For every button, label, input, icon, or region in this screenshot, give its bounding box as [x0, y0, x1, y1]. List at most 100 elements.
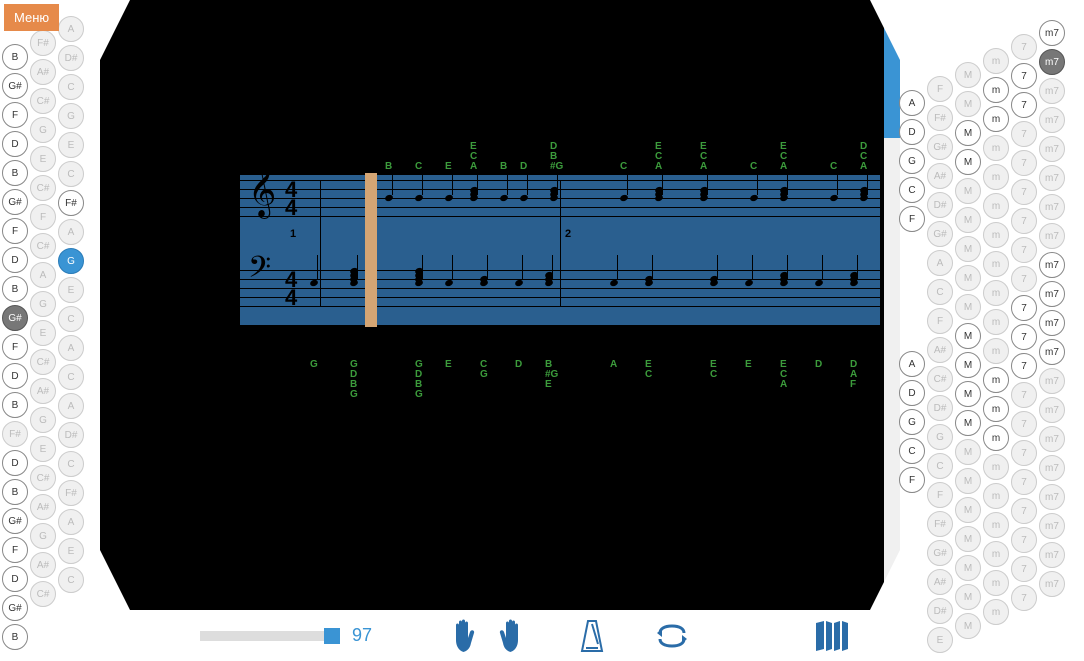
chord-button-m7[interactable]: m7 — [1039, 397, 1065, 423]
note-button-A[interactable]: A — [58, 335, 84, 361]
note-button-C[interactable]: C — [58, 567, 84, 593]
note-button-D#[interactable]: D# — [58, 422, 84, 448]
chord-button-m[interactable]: m — [983, 280, 1009, 306]
chord-button-m7[interactable]: m7 — [1039, 20, 1065, 46]
chord-button-m[interactable]: m — [983, 425, 1009, 451]
loop-button[interactable] — [652, 616, 692, 656]
chord-button-7[interactable]: 7 — [1011, 34, 1037, 60]
chord-button-M[interactable]: M — [955, 91, 981, 117]
chord-button-m[interactable]: m — [983, 251, 1009, 277]
chord-button-7[interactable]: 7 — [1011, 440, 1037, 466]
chord-button-C[interactable]: C — [899, 438, 925, 464]
chord-button-C[interactable]: C — [927, 453, 953, 479]
chord-button-A#[interactable]: A# — [927, 337, 953, 363]
chord-button-M[interactable]: M — [955, 62, 981, 88]
chord-button-7[interactable]: 7 — [1011, 266, 1037, 292]
note-button-E[interactable]: E — [58, 277, 84, 303]
note-button-A[interactable]: A — [58, 16, 84, 42]
chord-button-m7[interactable]: m7 — [1039, 455, 1065, 481]
note-button-E[interactable]: E — [58, 538, 84, 564]
note-button-C#[interactable]: C# — [30, 581, 56, 607]
chord-button-G[interactable]: G — [899, 409, 925, 435]
chord-button-m7[interactable]: m7 — [1039, 165, 1065, 191]
chord-button-M[interactable]: M — [955, 120, 981, 146]
note-button-F[interactable]: F — [2, 218, 28, 244]
left-hand-button[interactable] — [442, 616, 482, 656]
note-button-F#[interactable]: F# — [58, 190, 84, 216]
note-button-G[interactable]: G — [30, 407, 56, 433]
chord-button-F[interactable]: F — [927, 76, 953, 102]
chord-button-m[interactable]: m — [983, 454, 1009, 480]
chord-button-m7[interactable]: m7 — [1039, 78, 1065, 104]
chord-button-C#[interactable]: C# — [927, 366, 953, 392]
chord-button-G#[interactable]: G# — [927, 540, 953, 566]
chord-button-7[interactable]: 7 — [1011, 63, 1037, 89]
note-button-D[interactable]: D — [2, 566, 28, 592]
chord-button-D#[interactable]: D# — [927, 192, 953, 218]
chord-button-G[interactable]: G — [927, 424, 953, 450]
chord-button-m[interactable]: m — [983, 367, 1009, 393]
chord-button-m[interactable]: m — [983, 483, 1009, 509]
note-button-B[interactable]: B — [2, 392, 28, 418]
chord-button-m7[interactable]: m7 — [1039, 310, 1065, 336]
note-button-E[interactable]: E — [30, 436, 56, 462]
note-button-E[interactable]: E — [58, 132, 84, 158]
chord-button-A[interactable]: A — [899, 90, 925, 116]
chord-button-m7[interactable]: m7 — [1039, 571, 1065, 597]
menu-button[interactable]: Меню — [4, 4, 59, 31]
chord-button-G#[interactable]: G# — [927, 134, 953, 160]
chord-button-m7[interactable]: m7 — [1039, 426, 1065, 452]
chord-button-7[interactable]: 7 — [1011, 208, 1037, 234]
note-button-F[interactable]: F — [2, 334, 28, 360]
note-button-B[interactable]: B — [2, 160, 28, 186]
chord-button-7[interactable]: 7 — [1011, 121, 1037, 147]
chord-button-E[interactable]: E — [927, 627, 953, 653]
chord-button-M[interactable]: M — [955, 410, 981, 436]
note-button-E[interactable]: E — [30, 146, 56, 172]
playhead-cursor[interactable] — [365, 173, 377, 327]
note-button-D#[interactable]: D# — [58, 45, 84, 71]
chord-button-7[interactable]: 7 — [1011, 353, 1037, 379]
chord-button-7[interactable]: 7 — [1011, 324, 1037, 350]
chord-button-m[interactable]: m — [983, 338, 1009, 364]
note-button-C#[interactable]: C# — [30, 465, 56, 491]
chord-button-M[interactable]: M — [955, 178, 981, 204]
chord-button-m7[interactable]: m7 — [1039, 484, 1065, 510]
chord-button-m[interactable]: m — [983, 106, 1009, 132]
slider-thumb[interactable] — [324, 628, 340, 644]
chord-button-m[interactable]: m — [983, 309, 1009, 335]
note-button-G[interactable]: G — [58, 103, 84, 129]
note-button-F#[interactable]: F# — [58, 480, 84, 506]
note-button-B[interactable]: B — [2, 44, 28, 70]
chord-button-m7[interactable]: m7 — [1039, 223, 1065, 249]
chord-button-M[interactable]: M — [955, 613, 981, 639]
chord-button-m[interactable]: m — [983, 48, 1009, 74]
chord-button-7[interactable]: 7 — [1011, 411, 1037, 437]
chord-button-m7[interactable]: m7 — [1039, 194, 1065, 220]
note-button-D[interactable]: D — [2, 131, 28, 157]
chord-button-M[interactable]: M — [955, 468, 981, 494]
note-button-G[interactable]: G — [30, 291, 56, 317]
chord-button-m[interactable]: m — [983, 512, 1009, 538]
note-button-A#[interactable]: A# — [30, 552, 56, 578]
note-button-A#[interactable]: A# — [30, 494, 56, 520]
chord-button-M[interactable]: M — [955, 526, 981, 552]
chord-button-m7[interactable]: m7 — [1039, 281, 1065, 307]
note-button-C#[interactable]: C# — [30, 175, 56, 201]
chord-button-M[interactable]: M — [955, 555, 981, 581]
chord-button-7[interactable]: 7 — [1011, 382, 1037, 408]
chord-button-D[interactable]: D — [899, 119, 925, 145]
chord-button-m[interactable]: m — [983, 193, 1009, 219]
accordion-view-button[interactable] — [812, 616, 852, 656]
metronome-button[interactable] — [572, 616, 612, 656]
chord-button-7[interactable]: 7 — [1011, 469, 1037, 495]
note-button-C[interactable]: C — [58, 451, 84, 477]
chord-button-7[interactable]: 7 — [1011, 498, 1037, 524]
chord-button-m[interactable]: m — [983, 396, 1009, 422]
chord-button-M[interactable]: M — [955, 439, 981, 465]
chord-button-m7[interactable]: m7 — [1039, 368, 1065, 394]
chord-button-m[interactable]: m — [983, 222, 1009, 248]
note-button-G#[interactable]: G# — [2, 305, 28, 331]
chord-button-7[interactable]: 7 — [1011, 527, 1037, 553]
chord-button-F[interactable]: F — [927, 308, 953, 334]
